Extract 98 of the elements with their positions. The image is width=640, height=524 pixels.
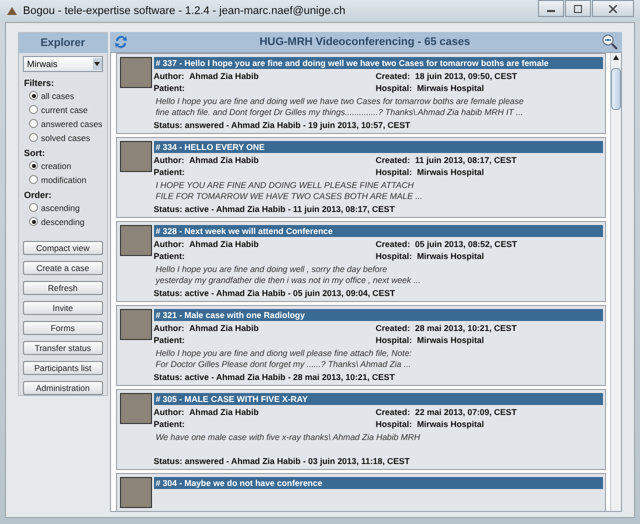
maximize-button[interactable]	[565, 0, 591, 17]
minimize-button[interactable]	[538, 0, 564, 17]
field-label: Created:	[376, 71, 410, 81]
field-value: Mirwais Hospital	[416, 251, 484, 261]
close-icon	[609, 4, 617, 12]
field-value: 05 juin 2013, 08:52, CEST	[415, 239, 518, 249]
photo-placeholder	[120, 57, 152, 88]
field-value: Ahmad Zia Habib	[189, 71, 259, 81]
scroll-up-icon[interactable]	[613, 55, 619, 60]
field-label: Patient:	[154, 419, 185, 429]
case-message: Hello I hope you are fine and doing well we have two Cases for tomarrow boths are female please fine attach file. and Dont forget Dr Gilles my things..............? Thanks\.Ahmad Zia habib MRH IT ...	[156, 96, 525, 117]
case-status: Status: active - Ahmad Zia Habib - 28 mai 2013, 10:21, CEST	[154, 372, 396, 382]
group-label: Sort:	[24, 148, 46, 158]
case-card[interactable]	[116, 53, 606, 134]
photo-placeholder	[120, 225, 152, 256]
field-value: Ahmad Zia Habib	[189, 323, 259, 333]
dropdown-arrow-icon	[94, 62, 100, 66]
case-message: I HOPE YOU ARE FINE AND DOING WELL PLEASE FINE ATTACH FILE FOR TOMARROW WE HAVE TWO CASES BOTH ARE MALE ...	[156, 180, 424, 201]
refresh-icon[interactable]	[114, 34, 128, 50]
field-label: Author:	[154, 239, 184, 249]
action-button[interactable]: Compact view	[23, 241, 103, 255]
case-message: Hello I hope you are fine and doing well , sorry the day before yesterday my grandfather die then i was not in my office , next week ...	[156, 264, 422, 285]
maximize-icon	[574, 4, 582, 12]
case-title: # 328 - Next week we will attend Conference	[154, 225, 603, 237]
field-value: 11 juin 2013, 08:17, CEST	[415, 155, 517, 165]
action-button[interactable]: Invite	[23, 301, 103, 315]
photo-placeholder	[120, 309, 152, 340]
group-label: Order:	[24, 190, 53, 200]
field-label: Patient:	[154, 251, 185, 261]
radio-option[interactable]: solved cases	[29, 131, 107, 144]
group-label: Filters:	[24, 78, 56, 88]
case-status: Status: answered - Ahmad Zia Habib - 03 juin 2013, 11:18, CEST	[154, 456, 411, 466]
case-card[interactable]	[116, 389, 606, 470]
field-label: Author:	[154, 71, 184, 81]
field-value: Mirwais Hospital	[416, 167, 484, 177]
cases-title: HUG-MRH Videoconferencing - 65 cases	[258, 36, 472, 48]
case-status: Status: active - Ahmad Zia Habib - 05 juin 2013, 09:04, CEST	[154, 288, 396, 298]
photo-placeholder	[120, 393, 152, 424]
action-button[interactable]: Transfer status	[23, 341, 103, 355]
field-value: Mirwais Hospital	[416, 335, 484, 345]
field-label: Author:	[154, 407, 184, 417]
field-label: Hospital:	[376, 83, 412, 93]
scrollbar-thumb[interactable]	[611, 68, 621, 110]
radio-option[interactable]: modification	[29, 173, 107, 186]
field-value: Ahmad Zia Habib	[189, 407, 259, 417]
case-title: # 305 - MALE CASE WITH FIVE X-RAY	[154, 393, 603, 405]
field-value: 28 mai 2013, 10:21, CEST	[415, 323, 517, 333]
field-label: Created:	[376, 239, 410, 249]
field-value: Mirwais Hospital	[416, 83, 484, 93]
field-label: Patient:	[154, 83, 185, 93]
close-button[interactable]	[592, 0, 634, 17]
radio-option[interactable]: creation	[29, 159, 107, 172]
photo-placeholder	[120, 477, 152, 508]
action-button[interactable]: Forms	[23, 321, 103, 335]
field-label: Author:	[154, 155, 184, 165]
action-button[interactable]: Create a case	[23, 261, 103, 275]
case-title: # 304 - Maybe we do not have conference	[154, 477, 603, 489]
case-card[interactable]	[116, 221, 606, 302]
field-value: 18 juin 2013, 09:50, CEST	[415, 71, 518, 81]
field-value: Ahmad Zia Habib	[189, 155, 259, 165]
action-button[interactable]: Administration	[23, 381, 103, 395]
field-label: Created:	[376, 407, 410, 417]
radio-option[interactable]: all cases	[29, 89, 107, 102]
field-label: Patient:	[154, 167, 185, 177]
field-value: 22 mai 2013, 07:09, CEST	[415, 407, 517, 417]
explorer-title: Explorer	[19, 33, 107, 53]
case-status: Status: answered - Ahmad Zia Habib - 19 juin 2013, 10:57, CEST	[154, 120, 412, 130]
case-message: We have one male case with five x-ray thanks\ Ahmad Zia Habib MRH	[156, 432, 422, 444]
case-status: Status: active - Ahmad Zia Habib - 11 juin 2013, 08:17, CEST	[154, 204, 396, 214]
field-label: Hospital:	[376, 335, 412, 345]
app-icon	[6, 5, 18, 17]
field-label: Created:	[376, 155, 410, 165]
case-card[interactable]	[116, 305, 606, 386]
action-button[interactable]: Participants list	[23, 361, 103, 375]
case-card[interactable]: # 304 - Maybe we do not have conference	[116, 473, 606, 511]
window-title: Bogou - tele-expertise software - 1.2.4 - jean-marc.naef@unige.ch	[23, 5, 346, 17]
radio-option[interactable]: ascending	[29, 201, 107, 214]
field-label: Hospital:	[376, 167, 412, 177]
scrollbar[interactable]	[610, 53, 621, 511]
case-message: Hello I hope you are fine and diong well please fine attach file, Note: For Doctor Gilles Please dont forget my ......? Thanks\ Ahmad Zia ...	[156, 348, 413, 369]
radio-option[interactable]: current case	[29, 103, 107, 116]
field-label: Hospital:	[376, 251, 412, 261]
action-button[interactable]: Refresh	[23, 281, 103, 295]
field-label: Hospital:	[376, 419, 412, 429]
radio-option[interactable]: descending	[29, 215, 107, 228]
field-value: Mirwais Hospital	[416, 419, 484, 429]
hospital-dropdown[interactable]: Mirwais	[23, 56, 103, 72]
case-title: # 337 - Hello I hope you are fine and doing well we have two Cases for tomarrow boths are female	[154, 57, 603, 69]
case-title: # 321 - Male case with one Radiology	[154, 309, 603, 321]
case-card[interactable]	[116, 137, 606, 218]
photo-placeholder	[120, 141, 152, 172]
case-title: # 334 - HELLO EVERY ONE	[154, 141, 603, 153]
field-label: Created:	[376, 323, 410, 333]
field-label: Author:	[154, 323, 184, 333]
field-value: Ahmad Zia Habib	[189, 239, 259, 249]
radio-option[interactable]: answered cases	[29, 117, 107, 130]
zoom-out-icon[interactable]	[602, 34, 618, 50]
field-label: Patient:	[154, 335, 185, 345]
